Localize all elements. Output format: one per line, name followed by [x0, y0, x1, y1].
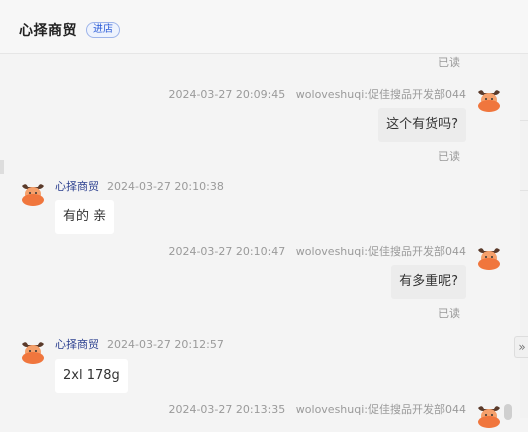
double-chevron-right-icon: »	[518, 340, 526, 354]
shop-name[interactable]: 心择商贸	[19, 20, 77, 40]
message-bubble[interactable]: 这个有货吗?	[378, 108, 466, 142]
message-meta: 2024-03-27 20:13:35 woloveshuqi:促佳搜品开发部0…	[168, 401, 466, 417]
message-time: 2024-03-27 20:12:57	[107, 338, 224, 351]
message-time: 2024-03-27 20:10:38	[107, 180, 224, 193]
message-sender: woloveshuqi:促佳搜品开发部044	[295, 245, 466, 258]
message-meta: 2024-03-27 20:09:45 woloveshuqi:促佳搜品开发部0…	[168, 86, 466, 102]
message-bubble[interactable]: 有多重呢?	[391, 265, 466, 299]
chat-header: 心择商贸 进店	[0, 0, 528, 54]
message-sender[interactable]: 心择商贸	[55, 180, 99, 193]
bull-avatar-icon[interactable]	[20, 180, 46, 206]
bull-avatar-icon[interactable]	[476, 402, 502, 428]
message-sender: woloveshuqi:促佳搜品开发部044	[295, 88, 466, 101]
rail-divider	[520, 190, 528, 191]
expand-panel-button[interactable]: »	[514, 336, 528, 358]
message-meta: 2024-03-27 20:10:47 woloveshuqi:促佳搜品开发部0…	[168, 243, 466, 259]
rail-divider	[520, 120, 528, 121]
message-bubble[interactable]: 有的 亲	[55, 200, 115, 234]
right-rail	[520, 54, 528, 418]
read-receipt: 已读	[438, 307, 460, 320]
message-time: 2024-03-27 20:09:45	[168, 88, 286, 101]
message-time: 2024-03-27 20:13:35	[168, 403, 286, 416]
read-receipt: 已读	[438, 56, 460, 69]
read-receipt: 已读	[438, 150, 460, 163]
left-edge-tab	[0, 160, 4, 174]
message-time: 2024-03-27 20:10:47	[168, 245, 286, 258]
bull-avatar-icon[interactable]	[476, 86, 502, 112]
bull-avatar-icon[interactable]	[20, 338, 46, 364]
message-sender: woloveshuqi:促佳搜品开发部044	[295, 403, 466, 416]
enter-shop-button[interactable]: 进店	[86, 22, 120, 38]
bull-avatar-icon[interactable]	[476, 244, 502, 270]
message-sender[interactable]: 心择商贸	[55, 338, 99, 351]
message-meta: 心择商贸 2024-03-27 20:12:57	[55, 336, 224, 352]
message-bubble[interactable]: 2xl 178g	[55, 359, 128, 393]
message-meta: 心择商贸 2024-03-27 20:10:38	[55, 178, 224, 194]
